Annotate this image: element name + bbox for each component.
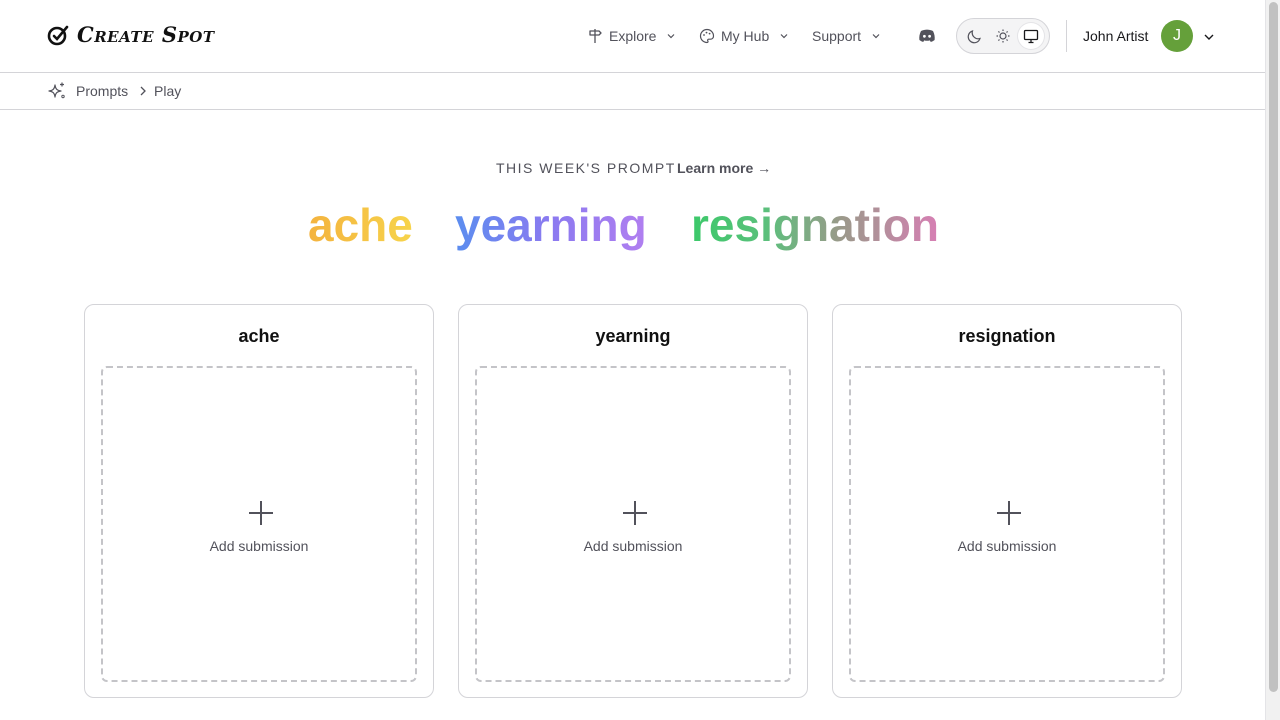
chevron-down-icon — [668, 34, 675, 39]
theme-toggle — [956, 18, 1050, 54]
chevron-right-icon — [140, 86, 146, 96]
nav-explore-label: Explore — [609, 28, 657, 44]
monitor-icon — [1023, 29, 1039, 44]
prompt-word-3: resignation — [691, 196, 939, 254]
nav-my-hub-label: My Hub — [721, 28, 770, 44]
plus-icon — [997, 501, 1021, 525]
breadcrumb: Prompts Play — [0, 73, 1265, 110]
top-header: Create Spot Explore My Hub Support John … — [0, 0, 1265, 73]
theme-light-button[interactable] — [990, 23, 1016, 49]
prompt-word-2: yearning — [455, 196, 647, 254]
prompt-label: THIS WEEK'S PROMPT — [496, 160, 676, 176]
add-submission-label: Add submission — [209, 538, 309, 554]
chevron-down-icon[interactable] — [1203, 31, 1215, 43]
card-title: yearning — [595, 326, 671, 346]
logo-icon — [47, 25, 69, 45]
plus-icon — [623, 501, 647, 525]
nav-explore[interactable]: Explore — [587, 22, 676, 50]
theme-system-button[interactable] — [1018, 23, 1044, 49]
prompt-word-1: ache — [308, 196, 413, 254]
sparkles-icon — [48, 82, 65, 99]
add-submission-label: Add submission — [583, 538, 683, 554]
submission-card: yearning Add submission — [458, 304, 808, 698]
theme-dark-button[interactable] — [962, 23, 988, 49]
chevron-down-icon — [780, 34, 788, 39]
discord-icon[interactable] — [917, 26, 937, 46]
signpost-icon — [589, 29, 602, 43]
logo[interactable]: Create Spot — [47, 22, 215, 47]
card-title: resignation — [958, 326, 1056, 346]
plus-icon — [249, 501, 273, 525]
submission-card: resignation Add submission — [832, 304, 1182, 698]
nav-support[interactable]: Support — [812, 22, 881, 50]
logo-text: Create Spot — [77, 22, 215, 47]
nav-my-hub[interactable]: My Hub — [699, 22, 789, 50]
add-submission-button[interactable]: Add submission — [849, 366, 1165, 682]
palette-icon — [699, 28, 715, 44]
chevron-down-icon — [872, 34, 880, 39]
learn-more-link[interactable]: Learn more → — [677, 160, 771, 176]
scrollbar-thumb[interactable] — [1269, 2, 1278, 692]
breadcrumb-current: Play — [154, 83, 182, 99]
header-divider — [1066, 20, 1067, 52]
add-submission-button[interactable]: Add submission — [101, 366, 417, 682]
sun-icon — [996, 29, 1010, 43]
card-title: ache — [238, 326, 280, 346]
add-submission-button[interactable]: Add submission — [475, 366, 791, 682]
moon-icon — [967, 30, 981, 44]
user-name[interactable]: John Artist — [1083, 28, 1148, 44]
avatar[interactable]: J — [1161, 20, 1193, 52]
vertical-scrollbar[interactable] — [1265, 0, 1280, 720]
nav-support-label: Support — [812, 28, 862, 44]
add-submission-label: Add submission — [957, 538, 1057, 554]
submission-card: ache Add submission — [84, 304, 434, 698]
breadcrumb-prompts-link[interactable]: Prompts — [76, 83, 128, 99]
